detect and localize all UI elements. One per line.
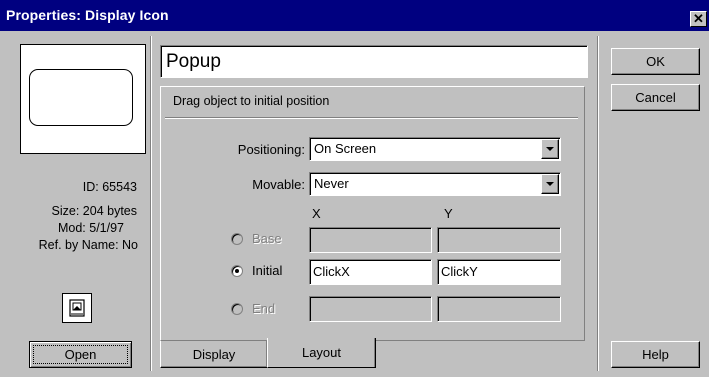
icon-modified-date: Mod: 5/1/97 (57, 221, 124, 235)
cancel-button-label: Cancel (635, 90, 676, 105)
y-column-header: Y (444, 206, 453, 221)
chevron-down-icon[interactable] (541, 139, 559, 159)
initial-radio[interactable] (231, 265, 243, 277)
icon-size: Size: 204 bytes (51, 204, 137, 218)
preview-display-object (29, 69, 133, 126)
positioning-dropdown[interactable]: On Screen (309, 137, 561, 161)
initial-y-value: ClickY (441, 264, 478, 279)
window-title: Properties: Display Icon (6, 7, 169, 23)
tab-strip-edge (376, 340, 585, 341)
close-button[interactable]: ✕ (690, 11, 707, 27)
base-x-field (309, 227, 432, 253)
instruction-divider (165, 117, 578, 119)
radio-selected-dot (235, 269, 239, 273)
movable-dropdown[interactable]: Never (309, 172, 561, 196)
help-button[interactable]: Help (611, 341, 700, 368)
ref-by-name: Ref. by Name: No (38, 238, 138, 252)
tab-layout-label: Layout (301, 345, 342, 360)
icon-id: ID: 65543 (82, 180, 137, 194)
icon-title-field[interactable]: Popup (160, 45, 588, 78)
base-radio[interactable] (231, 233, 243, 245)
title-bar: Properties: Display Icon ✕ (0, 0, 709, 31)
initial-label: Initial (252, 263, 283, 278)
end-y-field (437, 296, 561, 322)
initial-x-field[interactable]: ClickX (309, 259, 432, 285)
positioning-value: On Screen (314, 141, 377, 156)
ok-button-label: OK (646, 54, 665, 69)
initial-x-value: ClickX (313, 264, 350, 279)
end-x-field (309, 296, 432, 322)
instruction-text: Drag object to initial position (173, 94, 330, 108)
left-divider (150, 36, 152, 371)
base-y-field (437, 227, 561, 253)
focus-rectangle (33, 345, 128, 364)
base-label: Base (252, 231, 282, 246)
tab-display[interactable]: Display (160, 341, 267, 368)
display-icon (62, 293, 92, 323)
icon-preview (20, 44, 146, 154)
positioning-label: Positioning: (237, 142, 305, 157)
movable-label: Movable: (252, 177, 305, 192)
open-button[interactable]: Open (29, 341, 132, 368)
tab-layout[interactable]: Layout (267, 338, 376, 368)
right-divider (597, 36, 599, 371)
ok-button[interactable]: OK (611, 48, 700, 75)
x-column-header: X (312, 206, 321, 221)
movable-value: Never (314, 176, 349, 191)
chevron-down-icon[interactable] (541, 174, 559, 194)
initial-y-field[interactable]: ClickY (437, 259, 561, 285)
tab-display-label: Display (192, 346, 236, 362)
end-label: End (252, 301, 276, 316)
help-button-label: Help (642, 347, 669, 362)
close-icon: ✕ (693, 11, 704, 26)
cancel-button[interactable]: Cancel (611, 84, 700, 111)
end-radio[interactable] (231, 303, 243, 315)
